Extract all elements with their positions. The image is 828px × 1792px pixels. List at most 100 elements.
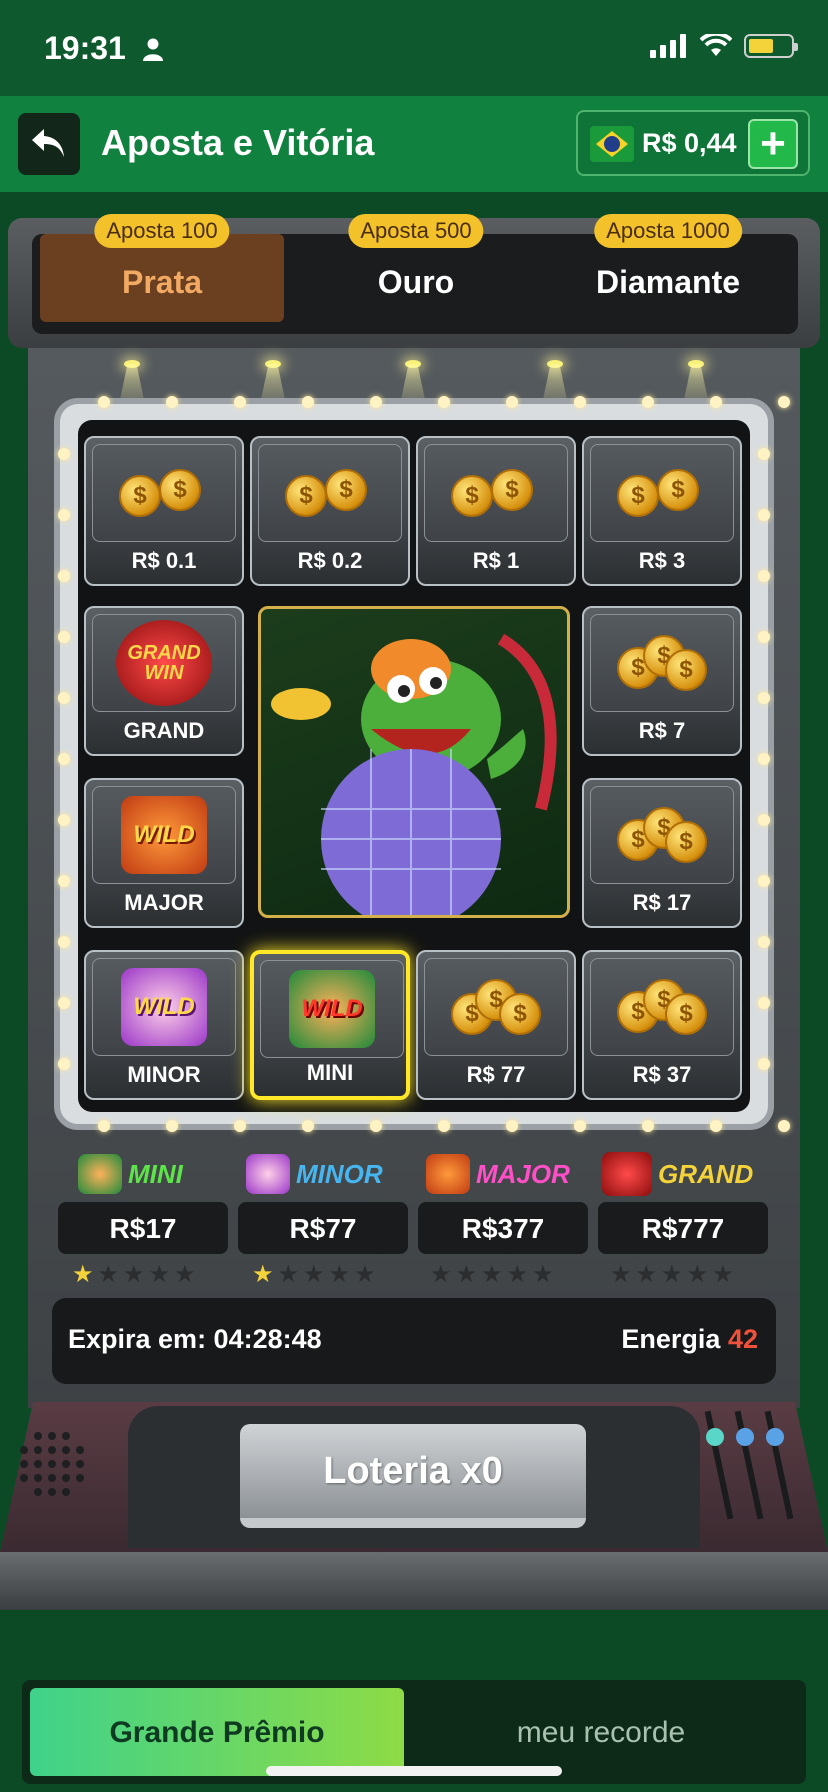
bulb [234,396,246,408]
tab-ouro[interactable]: Aposta 500 Ouro [294,214,538,322]
prize-cell: $ $ $ R$ 77 [416,950,576,1100]
status-bar: 19:31 [0,0,828,96]
star-rating: ★ ★ ★ ★ ★ [72,1260,212,1288]
star-icon: ★ [277,1261,300,1288]
prize-label: R$ 77 [466,1062,526,1087]
tab-prata[interactable]: Aposta 100 Prata [40,214,284,322]
prize-label: R$ 3 [638,548,686,573]
back-arrow-icon [32,129,64,157]
tiger-wild-icon [426,1154,470,1194]
star-icon: ★ [97,1261,120,1288]
prize-label: MINOR [127,1062,201,1087]
tab-diamante[interactable]: Aposta 1000 Diamante [546,214,790,322]
app-header: Aposta e Vitória R$ 0,44 + [0,96,828,192]
bulb [370,396,382,408]
lottery-button[interactable]: Loteria x0 [240,1424,586,1528]
star-icon: ★ [354,1261,376,1288]
bulb [438,396,450,408]
bulb [758,448,770,460]
lever-knob-icon [706,1428,724,1446]
rabbit-wild-icon [246,1154,290,1194]
star-rating: ★ ★ ★ ★ ★ [430,1260,570,1288]
coins-icon: $ $ $ [590,958,734,1056]
signal-icon [650,34,686,58]
star-icon: ★ [686,1261,709,1288]
bulb [58,875,70,887]
console-base [0,1552,828,1610]
prize-cell: $ $ R$ 0.2 [250,436,410,586]
coins-icon: $ $ $ [590,786,734,884]
bulb [574,396,586,408]
back-button[interactable] [18,113,80,175]
jackpot-minor-label: MINOR [246,1152,383,1196]
star-rating: ★ ★ ★ ★ ★ [610,1260,750,1288]
coins-icon: $ $ [424,444,568,542]
bulb [58,1058,70,1070]
bulb [710,1120,722,1132]
grand-win-icon [602,1152,652,1196]
bulb [438,1120,450,1132]
bulb [758,1058,770,1070]
jackpot-mini-label: MINI [78,1152,183,1196]
prize-label: MINI [306,1060,354,1085]
bulb [758,814,770,826]
bulb [758,692,770,704]
star-icon: ★ [506,1261,529,1288]
energy-label: Energia [621,1324,721,1354]
tab-label: Ouro [377,264,455,300]
bulb [778,396,790,408]
bulb [642,396,654,408]
prize-cell-selected: WILD MINI [250,950,410,1100]
star-icon: ★ [481,1261,503,1288]
prize-label: MAJOR [124,890,204,915]
coins-icon: $ $ $ [590,614,734,712]
bulb [58,753,70,765]
balance-widget: R$ 0,44 + [576,110,810,176]
bulb [758,997,770,1009]
star-icon: ★ [303,1261,325,1288]
prize-cell: $ $ $ R$ 7 [582,606,742,756]
bulb [574,1120,586,1132]
prize-label: R$ 0.2 [297,548,363,573]
tab-grande-premio[interactable]: Grande Prêmio [30,1688,404,1776]
wifi-icon [700,34,732,56]
dragon-disco-illustration [271,633,557,915]
bulb [58,692,70,704]
prize-label: R$ 7 [638,718,686,743]
bulb [758,631,770,643]
prize-cell: $ $ R$ 3 [582,436,742,586]
prize-label: R$ 37 [632,1062,692,1087]
coins-icon: $ $ $ [424,958,568,1056]
info-bar: Expira em: 04:28:48 Energia 42 [52,1298,776,1384]
star-rating: ★ ★ ★ ★ ★ [252,1260,392,1288]
coins-icon: $ $ [92,444,236,542]
bulb [58,814,70,826]
tab-badge: Aposta 100 [94,214,230,248]
bulb [58,936,70,948]
bulb [58,448,70,460]
prize-cell: WILD MAJOR [84,778,244,928]
star-icon: ★ [328,1261,351,1288]
prize-cell: GRAND WIN GRAND [84,606,244,756]
prize-cell: $ $ $ R$ 17 [582,778,742,928]
prize-cell: $ $ R$ 0.1 [84,436,244,586]
bulb [58,631,70,643]
bulb [98,396,110,408]
jackpot-grand-label: GRAND [602,1152,753,1196]
tab-meu-recorde[interactable]: meu recorde [404,1688,798,1776]
bulb [506,396,518,408]
bulb [58,997,70,1009]
lever-knob-icon [766,1428,784,1446]
add-funds-button[interactable]: + [748,119,798,169]
star-icon: ★ [712,1261,734,1288]
star-icon: ★ [455,1261,478,1288]
bulb [166,1120,178,1132]
speaker-grille-icon [20,1432,90,1502]
tab-badge: Aposta 500 [348,214,484,248]
star-icon: ★ [174,1261,196,1288]
expiry-timer: Expira em: 04:28:48 [68,1324,322,1354]
bulb [234,1120,246,1132]
dragon-wild-icon: WILD [260,960,404,1058]
lever-knob-icon [736,1428,754,1446]
star-icon: ★ [430,1261,452,1288]
